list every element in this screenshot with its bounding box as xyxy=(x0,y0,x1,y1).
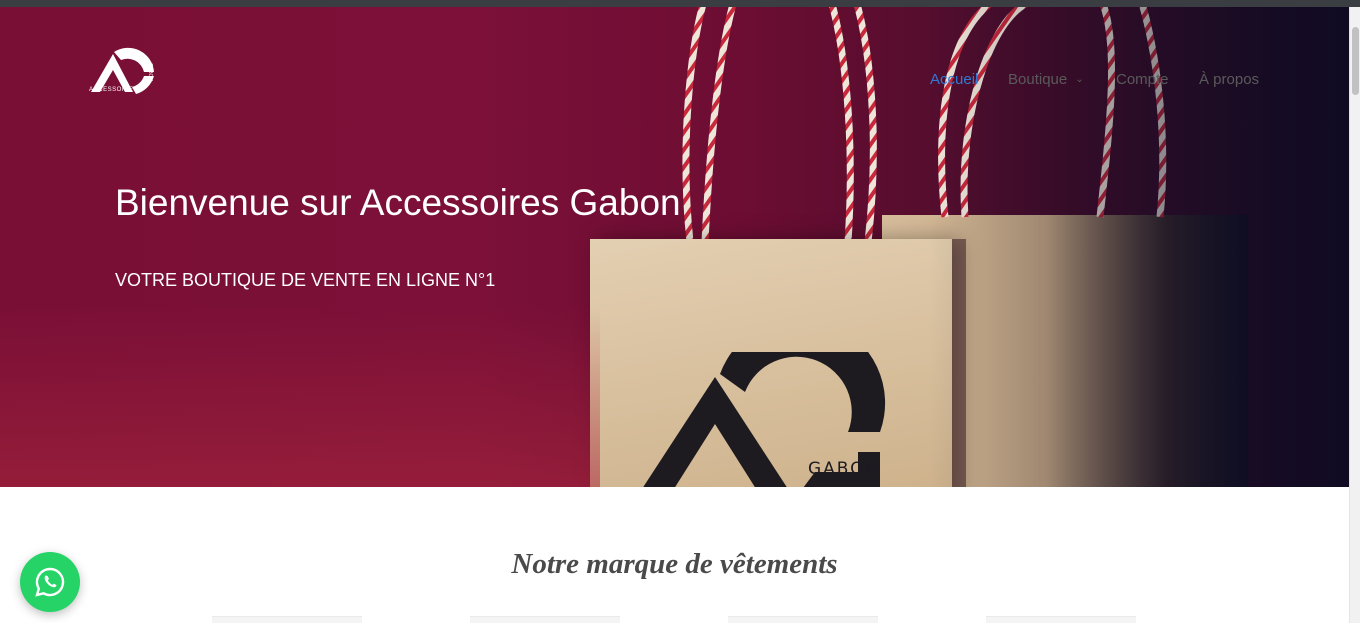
logo-subtext: GABON xyxy=(147,63,153,82)
whatsapp-icon xyxy=(35,567,65,597)
product-card[interactable] xyxy=(728,616,878,623)
chevron-down-icon: ⌄ xyxy=(1075,74,1084,85)
page-scrollbar[interactable] xyxy=(1349,7,1360,623)
nav-item-label: Compte xyxy=(1116,71,1169,88)
nav-item-a-propos[interactable]: À propos xyxy=(1199,71,1259,88)
nav-item-boutique[interactable]: Boutique ⌄ xyxy=(1008,71,1084,88)
product-card[interactable] xyxy=(470,616,620,623)
hero-title: Bienvenue sur Accessoires Gabon xyxy=(115,182,681,223)
nav-item-accueil[interactable]: Accueil xyxy=(930,71,978,88)
product-card[interactable] xyxy=(986,616,1136,623)
product-strip xyxy=(0,616,1349,623)
browser-top-bar xyxy=(0,0,1360,7)
section-title: Notre marque de vêtements xyxy=(511,548,838,580)
nav-item-label: Boutique xyxy=(1008,71,1068,88)
hero-subtitle: VOTRE BOUTIQUE DE VENTE EN LIGNE N°1 xyxy=(115,270,496,290)
hero-banner: GABON ACCESSOIRES GABON Accueil Boutique… xyxy=(0,7,1349,487)
product-card[interactable] xyxy=(212,616,362,623)
nav-item-label: Accueil xyxy=(930,71,979,88)
nav-item-compte[interactable]: Compte xyxy=(1116,71,1169,88)
scrollbar-thumb[interactable] xyxy=(1352,27,1359,95)
logo-text: ACCESSOIRES xyxy=(89,87,138,93)
bag-brand-text: GABON xyxy=(808,459,881,479)
nav-item-label: À propos xyxy=(1199,71,1260,88)
hero-shade xyxy=(0,307,600,487)
whatsapp-chat-button[interactable] xyxy=(20,552,80,612)
